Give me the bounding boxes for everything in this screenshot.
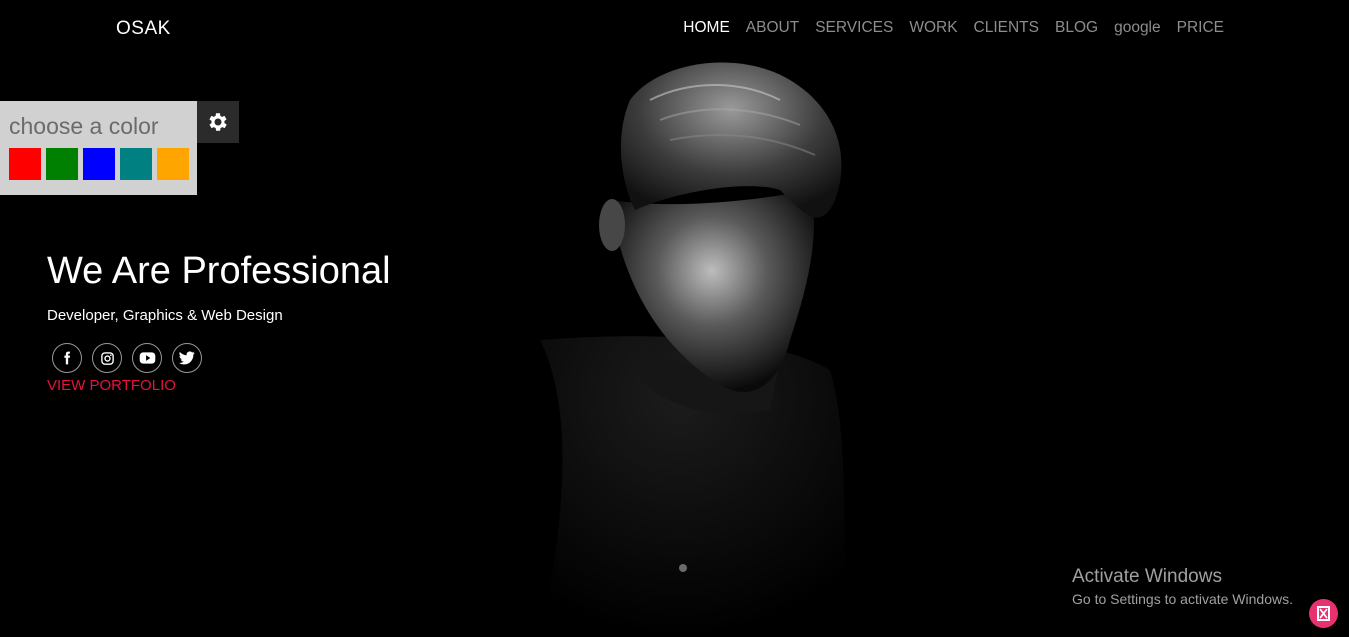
swatch-red[interactable] <box>9 148 41 180</box>
hero-subline: Developer, Graphics & Web Design <box>47 307 283 324</box>
main-nav: HOME ABOUT SERVICES WORK CLIENTS BLOG go… <box>683 19 1224 37</box>
nav-item-home[interactable]: HOME <box>683 19 730 37</box>
youtube-button[interactable] <box>132 343 162 373</box>
nav-item-work[interactable]: WORK <box>909 19 957 37</box>
swatch-teal[interactable] <box>120 148 152 180</box>
twitter-icon <box>179 351 195 365</box>
brand-logo[interactable]: OSAK <box>116 18 171 40</box>
instagram-button[interactable] <box>92 343 122 373</box>
gear-icon <box>209 113 227 131</box>
view-portfolio-link[interactable]: VIEW PORTFOLIO <box>47 377 176 394</box>
social-links <box>52 343 202 373</box>
hero-headline: We Are Professional <box>47 250 391 292</box>
nav-item-about[interactable]: ABOUT <box>746 19 799 37</box>
color-settings-button[interactable] <box>197 101 239 143</box>
swatch-green[interactable] <box>46 148 78 180</box>
nav-item-price[interactable]: PRICE <box>1177 19 1224 37</box>
nav-item-clients[interactable]: CLIENTS <box>974 19 1039 37</box>
hero-portrait-image <box>540 62 850 637</box>
facebook-button[interactable] <box>52 343 82 373</box>
youtube-icon <box>139 352 155 364</box>
swatch-orange[interactable] <box>157 148 189 180</box>
twitter-button[interactable] <box>172 343 202 373</box>
instagram-icon <box>100 351 114 365</box>
activate-windows-title: Activate Windows <box>1072 566 1222 587</box>
nav-item-blog[interactable]: BLOG <box>1055 19 1098 37</box>
nav-item-services[interactable]: SERVICES <box>815 19 893 37</box>
swatch-blue[interactable] <box>83 148 115 180</box>
nav-item-google[interactable]: google <box>1114 19 1161 37</box>
activate-windows-subtitle: Go to Settings to activate Windows. <box>1072 591 1293 607</box>
facebook-icon <box>64 351 71 365</box>
color-picker-panel: choose a color <box>0 101 197 195</box>
color-swatches <box>9 148 189 180</box>
floating-action-button[interactable] <box>1309 599 1338 628</box>
close-box-icon <box>1317 606 1330 621</box>
color-picker-title: choose a color <box>9 113 159 139</box>
page: OSAK HOME ABOUT SERVICES WORK CLIENTS BL… <box>0 0 1349 637</box>
